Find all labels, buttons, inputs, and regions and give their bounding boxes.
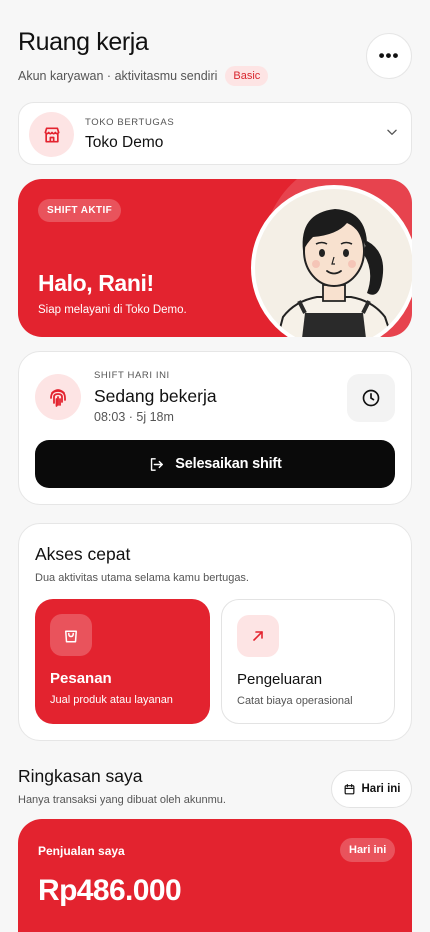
arrow-up-right-icon	[237, 615, 279, 657]
more-horizontal-icon: •••	[378, 46, 400, 65]
plan-badge: Basic	[225, 66, 269, 86]
orders-tile-desc: Jual produk atau layanan	[50, 694, 173, 706]
calendar-icon	[344, 783, 354, 794]
period-filter-label: Hari ini	[361, 783, 401, 795]
quick-access-title: Akses cepat	[35, 544, 131, 564]
store-selector[interactable]: TOKO BERTUGAS Toko Demo	[18, 102, 412, 165]
my-sales-period-chip: Hari ini	[340, 838, 396, 862]
orders-tile[interactable]: Pesanan Jual produk atau layanan	[35, 599, 210, 724]
more-options-button[interactable]: •••	[366, 33, 412, 79]
clock-icon	[362, 389, 380, 407]
end-shift-label: Selesaikan shift	[175, 456, 282, 472]
fingerprint-icon	[35, 374, 81, 420]
summary-title: Ringkasan saya	[18, 766, 143, 786]
expenses-tile[interactable]: Pengeluaran Catat biaya operasional	[221, 599, 395, 724]
expenses-tile-desc: Catat biaya operasional	[237, 695, 353, 707]
store-name: Toko Demo	[85, 134, 164, 151]
shift-time: 08:03 · 5j 18m	[94, 410, 174, 424]
quick-access-card: Akses cepat Dua aktivitas utama selama k…	[18, 523, 412, 741]
store-icon	[29, 112, 74, 157]
shift-status: Sedang bekerja	[94, 386, 217, 406]
shift-card: SHIFT HARI INI Sedang bekerja 08:03 · 5j…	[18, 351, 412, 505]
active-shift-badge: SHIFT AKTIF	[38, 199, 122, 222]
orders-tile-title: Pesanan	[50, 670, 112, 687]
quick-access-subtitle: Dua aktivitas utama selama kamu bertugas…	[35, 572, 249, 584]
workspace-screen: Ruang kerja Akun karyawan · aktivitasmu …	[0, 0, 430, 932]
period-filter-button[interactable]: Hari ini	[331, 770, 412, 808]
avatar	[251, 185, 412, 337]
greeting-subtitle: Siap melayani di Toko Demo.	[38, 304, 187, 316]
end-shift-button[interactable]: Selesaikan shift	[35, 440, 395, 488]
summary-subtitle: Hanya transaksi yang dibuat oleh akunmu.	[18, 794, 226, 806]
expenses-tile-title: Pengeluaran	[237, 671, 323, 688]
shift-history-button[interactable]	[347, 374, 395, 422]
page-subtitle: Akun karyawan · aktivitasmu sendiri	[18, 69, 218, 83]
chevron-down-icon	[385, 125, 399, 144]
shift-kicker: SHIFT HARI INI	[94, 370, 170, 381]
greeting-title: Halo, Rani!	[38, 270, 154, 296]
active-shift-hero: SHIFT AKTIF Halo, Rani! Siap melayani di…	[18, 179, 412, 337]
my-sales-label: Penjualan saya	[38, 844, 125, 858]
store-kicker: TOKO BERTUGAS	[85, 117, 175, 128]
shopping-bag-icon	[50, 614, 92, 656]
page-subtitle-row: Akun karyawan · aktivitasmu sendiri Basi…	[18, 66, 269, 86]
my-sales-card: Penjualan saya Hari ini Rp486.000	[18, 819, 412, 932]
my-sales-value: Rp486.000	[38, 874, 182, 907]
page-title: Ruang kerja	[18, 28, 149, 56]
logout-icon	[151, 457, 164, 471]
